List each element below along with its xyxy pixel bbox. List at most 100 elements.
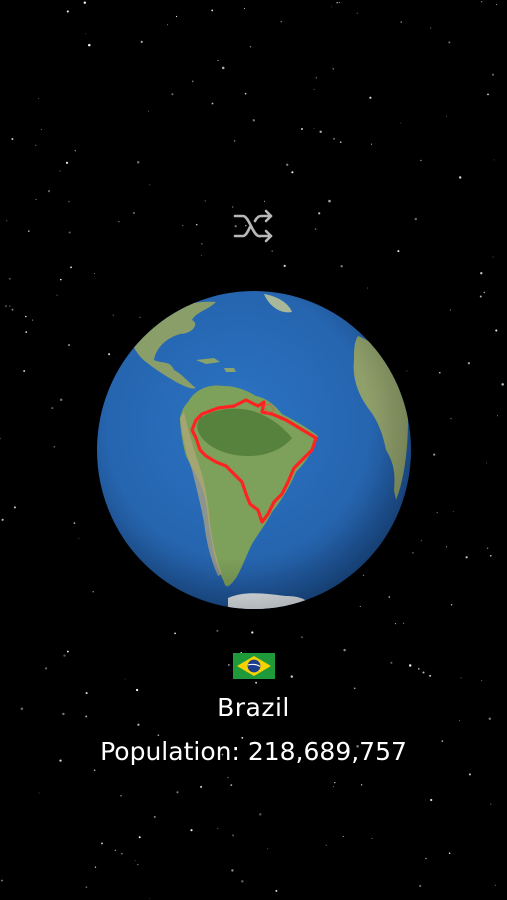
- star: [291, 171, 294, 174]
- star: [78, 537, 80, 539]
- star: [135, 688, 139, 692]
- star: [367, 287, 368, 289]
- star: [121, 853, 123, 855]
- star: [201, 255, 203, 256]
- star: [369, 96, 372, 99]
- star: [31, 319, 34, 321]
- star: [450, 604, 453, 606]
- star: [175, 15, 178, 18]
- star: [275, 889, 278, 892]
- star: [390, 661, 393, 664]
- star: [217, 828, 219, 830]
- star: [27, 230, 30, 232]
- star: [74, 150, 76, 152]
- star: [397, 250, 400, 253]
- star: [53, 446, 56, 448]
- star: [59, 170, 61, 172]
- star: [448, 852, 451, 854]
- star: [200, 785, 203, 788]
- star: [167, 24, 169, 26]
- star: [157, 734, 160, 737]
- star: [93, 769, 96, 772]
- star: [300, 127, 304, 131]
- population-text: Population: 218,689,757: [0, 737, 507, 766]
- shuffle-button[interactable]: [229, 205, 279, 247]
- star: [243, 7, 246, 9]
- star: [230, 784, 233, 787]
- star: [419, 884, 422, 888]
- star: [430, 27, 432, 29]
- star: [147, 110, 150, 112]
- star: [204, 200, 207, 202]
- star: [490, 803, 492, 805]
- star: [252, 119, 255, 122]
- star: [67, 343, 71, 347]
- star: [68, 231, 71, 234]
- star: [450, 417, 452, 420]
- star: [221, 66, 225, 70]
- star: [259, 813, 262, 816]
- star: [400, 122, 402, 124]
- star: [452, 511, 454, 513]
- star: [338, 2, 340, 4]
- star: [227, 776, 229, 779]
- star: [255, 681, 258, 684]
- star: [430, 798, 433, 802]
- star: [171, 93, 174, 96]
- star: [420, 159, 422, 162]
- star: [334, 781, 336, 784]
- star: [68, 200, 70, 203]
- star: [233, 140, 236, 142]
- star: [340, 265, 343, 268]
- earth-globe[interactable]: [96, 290, 412, 610]
- star: [0, 879, 3, 882]
- star: [353, 687, 356, 690]
- star: [458, 176, 462, 179]
- star: [342, 835, 344, 837]
- star: [343, 648, 346, 652]
- star: [216, 629, 219, 632]
- population-value: 218,689,757: [247, 737, 407, 766]
- star: [191, 80, 194, 83]
- star: [449, 309, 452, 311]
- star: [425, 857, 427, 860]
- star: [0, 437, 1, 440]
- star: [101, 842, 103, 845]
- star: [211, 102, 214, 105]
- star: [400, 21, 403, 23]
- star: [501, 383, 504, 386]
- star: [271, 250, 273, 252]
- star: [137, 723, 140, 726]
- star: [228, 664, 230, 666]
- star: [251, 631, 254, 634]
- star: [408, 664, 412, 667]
- star: [313, 127, 315, 129]
- star: [134, 860, 136, 862]
- star: [486, 462, 487, 464]
- star: [479, 295, 482, 298]
- star: [332, 786, 334, 788]
- star: [85, 33, 86, 35]
- star: [85, 886, 88, 888]
- star: [339, 141, 342, 144]
- star: [370, 143, 373, 145]
- star: [137, 863, 139, 866]
- star: [318, 212, 321, 215]
- star: [446, 115, 448, 117]
- star: [331, 6, 333, 8]
- star: [94, 866, 97, 868]
- star: [196, 224, 198, 226]
- brazil-flag-icon: [233, 653, 275, 679]
- star: [56, 294, 58, 296]
- star: [153, 815, 156, 818]
- star: [468, 773, 471, 776]
- star: [38, 792, 40, 794]
- star: [448, 41, 451, 44]
- star: [280, 21, 282, 23]
- star: [149, 184, 151, 186]
- star: [120, 794, 122, 797]
- star: [360, 784, 363, 786]
- star: [429, 674, 432, 677]
- star: [465, 556, 468, 559]
- star: [332, 137, 336, 140]
